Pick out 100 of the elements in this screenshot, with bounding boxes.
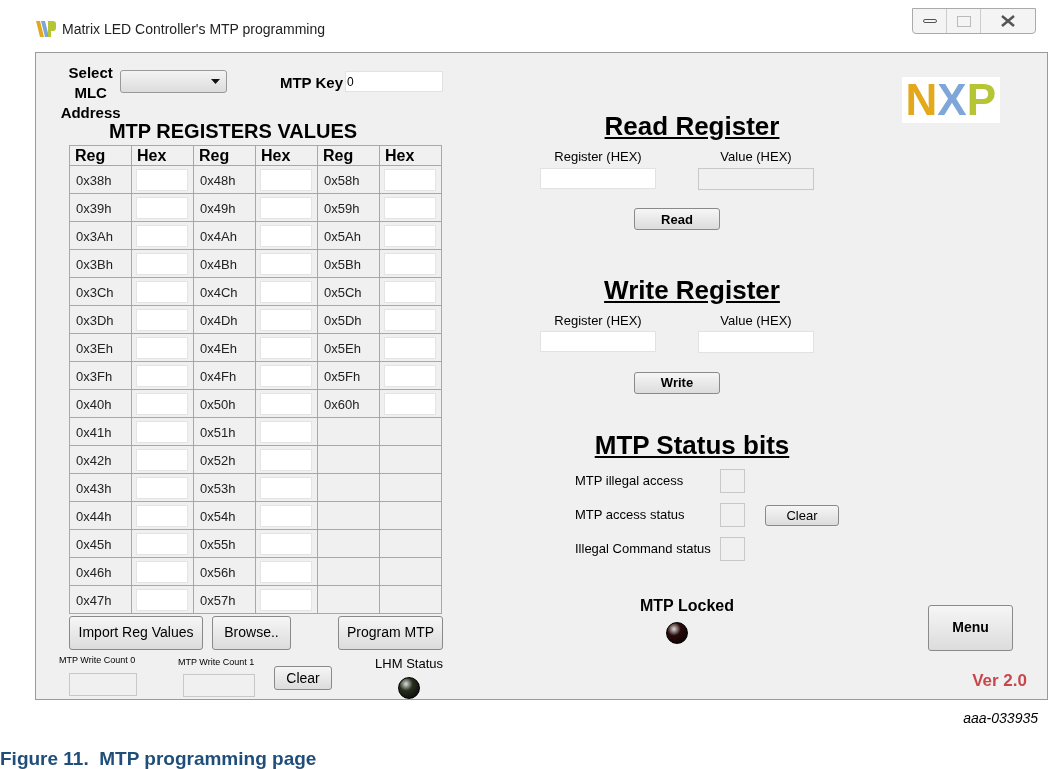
hex-value-field[interactable]: [136, 168, 188, 191]
hex-value-field[interactable]: [384, 280, 436, 303]
read-button[interactable]: Read: [634, 208, 720, 231]
register-label: 0x47h: [76, 593, 112, 608]
hex-value-field[interactable]: [260, 560, 312, 583]
register-label: 0x45h: [76, 537, 112, 552]
column-header: Reg: [69, 145, 132, 166]
hex-value-field[interactable]: [384, 168, 436, 191]
register-label: 0x5Fh: [324, 369, 361, 384]
field-label: Register (HEX): [554, 311, 642, 330]
hex-value-field[interactable]: [136, 364, 188, 387]
register-label: 0x53h: [200, 481, 236, 496]
register-label: 0x38h: [76, 173, 112, 188]
register-label: 0x52h: [200, 453, 236, 468]
register-label: 0x5Bh: [324, 257, 361, 272]
register-label: 0x58h: [324, 173, 360, 188]
hex-value-field[interactable]: [136, 504, 188, 527]
hex-value-field[interactable]: [384, 336, 436, 359]
register-label: 0x49h: [200, 201, 236, 216]
register-label: 0x4Eh: [200, 341, 237, 356]
register-field[interactable]: [540, 167, 656, 189]
section-title: Write Register: [604, 274, 780, 305]
hex-value-field[interactable]: [384, 224, 436, 247]
program-button[interactable]: Program MTP: [338, 616, 443, 650]
browse-button[interactable]: Browse..: [212, 616, 291, 650]
hex-value-field[interactable]: [136, 588, 188, 611]
hex-value-field[interactable]: [260, 336, 312, 359]
hex-value-field[interactable]: [260, 392, 312, 415]
hex-value-field[interactable]: [136, 448, 188, 471]
hex-value-field[interactable]: [260, 252, 312, 275]
register-label: 0x3Dh: [76, 313, 114, 328]
figure-caption: Figure 11. MTP programming page: [0, 748, 317, 769]
hex-value-field[interactable]: [136, 476, 188, 499]
lhm-status-label: LHM Status: [375, 654, 443, 673]
write-count-field[interactable]: [69, 673, 137, 696]
hex-value-field[interactable]: [260, 308, 312, 331]
hex-value-field[interactable]: [260, 476, 312, 499]
hex-value-field[interactable]: [260, 504, 312, 527]
hex-value-field[interactable]: [260, 588, 312, 611]
close-icon: [1001, 15, 1015, 27]
hex-value-field[interactable]: [136, 532, 188, 555]
mtp-key-field[interactable]: 0: [345, 71, 443, 92]
register-label: 0x3Fh: [76, 369, 113, 384]
hex-value-field[interactable]: [384, 308, 436, 331]
hex-value-field[interactable]: [260, 168, 312, 191]
register-label: 0x4Bh: [200, 257, 237, 272]
version-label: Ver 2.0: [972, 669, 1027, 692]
hex-value-field[interactable]: [260, 196, 312, 219]
address-dropdown[interactable]: [120, 70, 227, 93]
register-label: 0x4Fh: [200, 369, 237, 384]
hex-value-field[interactable]: [260, 532, 312, 555]
register-label: 0x44h: [76, 509, 112, 524]
field-label: Value (HEX): [720, 311, 792, 330]
hex-value-field[interactable]: [384, 392, 436, 415]
hex-value-field[interactable]: [136, 224, 188, 247]
hex-value-field[interactable]: [260, 420, 312, 443]
hex-value-field[interactable]: [384, 252, 436, 275]
value-field[interactable]: [698, 331, 814, 353]
menu-button[interactable]: Menu: [928, 604, 1013, 651]
status-label: MTP illegal access: [575, 472, 685, 491]
write-count-field[interactable]: [183, 674, 255, 697]
field-label: Register (HEX): [554, 148, 642, 166]
register-field[interactable]: [540, 331, 656, 352]
register-label: 0x48h: [200, 173, 236, 188]
clear-button[interactable]: Clear: [274, 666, 332, 690]
import-button[interactable]: Import Reg Values: [69, 616, 203, 650]
hex-value-field[interactable]: [136, 420, 188, 443]
register-label: 0x57h: [200, 593, 236, 608]
status-label: Illegal Command status: [575, 540, 712, 559]
hex-value-field[interactable]: [260, 448, 312, 471]
register-label: 0x4Ah: [200, 229, 237, 244]
write-button[interactable]: Write: [634, 371, 720, 394]
hex-value-field[interactable]: [136, 336, 188, 359]
register-label: 0x46h: [76, 565, 112, 580]
section-title: MTP Status bits: [594, 430, 790, 460]
hex-value-field[interactable]: [384, 364, 436, 387]
section-title: Read Register: [604, 111, 780, 141]
hex-value-field[interactable]: [136, 560, 188, 583]
register-label: 0x59h: [324, 201, 360, 216]
register-label: 0x56h: [200, 565, 236, 580]
register-label: 0x5Ah: [324, 229, 361, 244]
hex-value-field[interactable]: [136, 252, 188, 275]
dropdown-caret-icon: [210, 79, 220, 84]
hex-value-field[interactable]: [136, 392, 188, 415]
hex-value-field[interactable]: [136, 196, 188, 219]
mtp-key-label: MTP Key: [279, 73, 343, 93]
register-label: 0x3Eh: [76, 341, 113, 356]
register-label: 0x41h: [76, 425, 112, 440]
register-label: 0x5Dh: [324, 313, 362, 328]
register-label: 0x51h: [200, 425, 236, 440]
hex-value-field[interactable]: [260, 224, 312, 247]
clear-button[interactable]: Clear: [765, 505, 839, 526]
hex-value-field[interactable]: [384, 196, 436, 219]
register-label: 0x40h: [76, 397, 112, 412]
status-label: MTP access status: [575, 506, 686, 525]
hex-value-field[interactable]: [136, 280, 188, 303]
hex-value-field[interactable]: [136, 308, 188, 331]
register-label: 0x5Ch: [324, 285, 362, 300]
hex-value-field[interactable]: [260, 280, 312, 303]
hex-value-field[interactable]: [260, 364, 312, 387]
